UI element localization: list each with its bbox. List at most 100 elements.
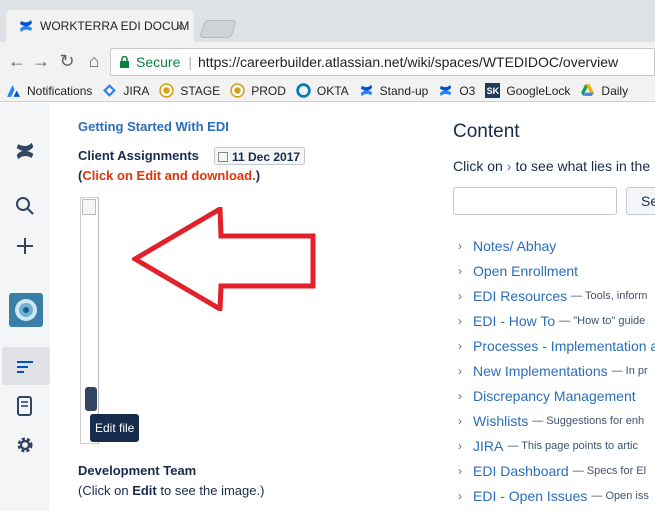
chevron-right-icon[interactable]: › xyxy=(453,314,473,328)
home-icon[interactable]: ⌂ xyxy=(83,51,105,73)
chevron-right-icon[interactable]: › xyxy=(453,264,473,278)
prod-icon xyxy=(230,83,245,98)
tree-item[interactable]: › Notes/ Abhay xyxy=(453,233,655,258)
chevron-right-icon[interactable]: › xyxy=(453,464,473,478)
tree-item-desc: — "How to" guide xyxy=(559,314,646,327)
url-text: https://careerbuilder.atlassian.net/wiki… xyxy=(198,54,619,70)
chevron-right-icon[interactable]: › xyxy=(453,439,473,453)
new-tab-button[interactable] xyxy=(199,20,237,38)
tab-title: WORKTERRA EDI DOCUM xyxy=(40,19,190,33)
bookmark-label: Notifications xyxy=(27,83,93,98)
content-hint: Click on › to see what lies in the xyxy=(453,158,650,174)
browser-tab[interactable]: WORKTERRA EDI DOCUM × xyxy=(6,10,194,42)
bookmark-label: JIRA xyxy=(123,83,150,98)
sk-icon: SK xyxy=(485,83,501,98)
bookmark-label: GoogleLock xyxy=(506,83,571,98)
getting-started-link[interactable]: Getting Started With EDI xyxy=(78,119,229,134)
bookmark-label: Daily xyxy=(601,83,629,98)
tree-item-title[interactable]: EDI Dashboard xyxy=(473,463,569,479)
bookmark-label: OKTA xyxy=(316,83,349,98)
tree-item-title[interactable]: Processes - Implementation a xyxy=(473,338,655,354)
development-team-heading: Development Team xyxy=(78,463,197,478)
tree-item[interactable]: › EDI Dashboard — Specs for El xyxy=(453,458,655,483)
secure-label: Secure xyxy=(136,54,181,70)
tree-item-title[interactable]: EDI - How To xyxy=(473,313,555,329)
chevron-right-icon[interactable]: › xyxy=(453,364,473,378)
date-text: 11 Dec 2017 xyxy=(232,149,301,164)
address-separator: | xyxy=(188,54,192,70)
tree-item-title[interactable]: New Implementations xyxy=(473,363,608,379)
tree-item-title[interactable]: Open Enrollment xyxy=(473,263,578,279)
jira-icon xyxy=(103,84,117,97)
bookmark-standup[interactable]: Stand-up xyxy=(359,83,429,98)
edit-file-button[interactable] xyxy=(85,387,97,411)
reload-icon[interactable]: ↻ xyxy=(56,51,78,73)
browser-tab-bar: WORKTERRA EDI DOCUM × xyxy=(0,0,655,42)
tree-item[interactable]: › EDI - Open Issues — Open iss xyxy=(453,483,655,508)
client-assignments-label: Client Assignments xyxy=(78,148,199,163)
page-icon[interactable] xyxy=(13,394,37,418)
okta-icon xyxy=(296,83,311,98)
pages-tree-icon[interactable] xyxy=(13,355,37,379)
bookmark-prod[interactable]: PROD xyxy=(230,83,286,98)
confluence-icon xyxy=(360,84,372,97)
chevron-right-icon[interactable]: › xyxy=(453,489,473,503)
tree-item[interactable]: › EDI - How To — "How to" guide xyxy=(453,308,655,333)
tree-item[interactable]: › Wishlists — Suggestions for enh xyxy=(453,408,655,433)
development-team-note: (Click on Edit to see the image.) xyxy=(78,483,264,498)
content-title: Content xyxy=(453,121,520,142)
back-icon[interactable]: ← xyxy=(6,51,28,73)
note-pre: (Click on xyxy=(78,483,133,498)
tree-item[interactable]: › JIRA — This page points to artic xyxy=(453,433,655,458)
chevron-right-icon: › xyxy=(506,158,512,174)
chevron-right-icon[interactable]: › xyxy=(453,239,473,253)
drive-icon xyxy=(581,84,595,96)
tree-item-title[interactable]: EDI Resources xyxy=(473,288,567,304)
forward-icon[interactable]: → xyxy=(30,51,52,73)
instruction-text: Click on Edit and download. xyxy=(82,168,256,183)
address-bar[interactable]: Secure | https://careerbuilder.atlassian… xyxy=(110,48,655,76)
tree-item-title[interactable]: JIRA xyxy=(473,438,503,454)
create-icon[interactable] xyxy=(13,234,37,258)
confluence-icon xyxy=(440,84,452,97)
chevron-right-icon[interactable]: › xyxy=(453,389,473,403)
tree-item[interactable]: › Discrepancy Management xyxy=(453,383,655,408)
paren-close: ) xyxy=(255,168,261,183)
bookmark-daily[interactable]: Daily xyxy=(580,83,628,98)
bookmark-notifications[interactable]: Notifications xyxy=(6,83,92,98)
confluence-global-nav xyxy=(0,103,50,511)
confluence-logo-icon[interactable] xyxy=(13,139,37,163)
bookmark-okta[interactable]: OKTA xyxy=(296,83,349,98)
chevron-right-icon[interactable]: › xyxy=(453,414,473,428)
note-bold: Edit xyxy=(132,483,157,498)
tree-item[interactable]: › New Implementations — In pr xyxy=(453,358,655,383)
bookmark-jira[interactable]: JIRA xyxy=(102,83,149,98)
bookmark-label: O3 xyxy=(459,83,476,98)
browser-toolbar: ← → ↻ ⌂ Secure | https://careerbuilder.a… xyxy=(0,42,655,80)
search-icon[interactable] xyxy=(13,194,37,218)
space-avatar-icon[interactable] xyxy=(9,293,43,327)
content-search-button[interactable]: Se xyxy=(626,187,655,215)
content-search-input[interactable] xyxy=(453,187,617,215)
chevron-right-icon[interactable]: › xyxy=(453,339,473,353)
bookmark-stage[interactable]: STAGE xyxy=(159,83,220,98)
tree-item-title[interactable]: Discrepancy Management xyxy=(473,388,636,404)
tree-item-title[interactable]: Notes/ Abhay xyxy=(473,238,556,254)
bookmark-googlelock[interactable]: SK GoogleLock xyxy=(485,83,570,98)
chevron-right-icon[interactable]: › xyxy=(453,289,473,303)
bookmark-label: Stand-up xyxy=(379,83,429,98)
page-tree: › Notes/ Abhay › Open Enrollment › EDI Reso… xyxy=(453,233,655,508)
bookmark-o3[interactable]: O3 xyxy=(438,83,475,98)
edit-download-instruction: (Click on Edit and download.) xyxy=(78,168,260,183)
tab-close-icon[interactable]: × xyxy=(176,19,184,34)
tree-item-desc: — Specs for El xyxy=(572,464,647,477)
tree-item[interactable]: › Processes - Implementation a xyxy=(453,333,655,358)
gear-icon[interactable] xyxy=(13,433,37,457)
tree-item-title[interactable]: EDI - Open Issues xyxy=(473,488,587,504)
calendar-icon xyxy=(218,151,228,162)
tree-item[interactable]: › Open Enrollment xyxy=(453,258,655,283)
tree-item[interactable]: › EDI Resources — Tools, inform xyxy=(453,283,655,308)
hint-pre: Click on xyxy=(453,158,503,174)
tree-item-title[interactable]: Wishlists xyxy=(473,413,528,429)
broken-image-icon xyxy=(82,199,96,215)
